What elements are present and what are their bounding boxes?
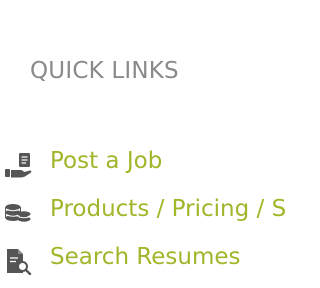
hand-document-icon — [3, 151, 33, 179]
quick-links-list: Post a Job Products / Pricing / Sp Searc… — [0, 0, 288, 288]
coin-stack-icon — [3, 199, 33, 227]
products-pricing-label: Products / Pricing / Sp — [50, 196, 288, 222]
search-resumes-link[interactable]: Search Resumes — [0, 240, 288, 276]
search-resumes-label: Search Resumes — [50, 244, 241, 270]
products-pricing-link[interactable]: Products / Pricing / Sp — [0, 192, 288, 228]
post-a-job-label: Post a Job — [50, 148, 163, 174]
post-a-job-link[interactable]: Post a Job — [0, 144, 288, 180]
document-search-icon — [3, 247, 33, 275]
quick-links-panel: QUICK LINKS Post a Job Products / Pricin… — [0, 0, 288, 288]
